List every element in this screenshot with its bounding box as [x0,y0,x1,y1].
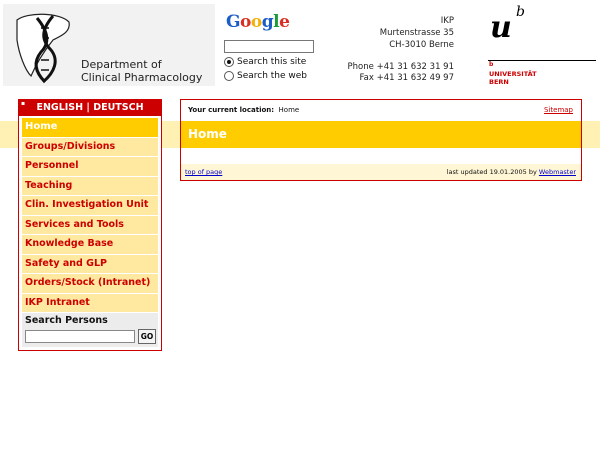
sidebar-item-services-and-tools[interactable]: Services and Tools [22,215,158,234]
department-logo[interactable]: Department of Clinical Pharmacology [3,4,215,86]
sidebar: ▪ ENGLISH | DEUTSCH Home Groups/Division… [18,99,162,351]
lang-english-link[interactable]: ENGLISH [36,102,83,113]
top-of-page-link[interactable]: top of page [185,168,222,176]
contact-numbers: Phone +41 31 632 31 91 Fax +41 31 632 49… [347,62,454,83]
content-footer: top of page last updated 19.01.2005 by W… [181,164,581,180]
radio-checked-icon[interactable] [224,57,234,67]
breadcrumb-current: Home [278,106,300,114]
dna-liver-logo-icon [16,13,70,84]
search-persons-label: Search Persons [25,315,108,326]
webmaster-link[interactable]: Webmaster [539,168,576,176]
lang-deutsch-link[interactable]: DEUTSCH [93,102,143,113]
radio-search-web[interactable]: Search the web [224,71,307,81]
language-bar: ▪ ENGLISH | DEUTSCH [19,100,161,116]
google-logo[interactable]: Google [226,12,290,32]
sidebar-nav: Home Groups/Divisions Personnel Teaching… [22,118,158,313]
sidebar-item-home[interactable]: Home [22,118,158,137]
sidebar-item-clin-investigation-unit[interactable]: Clin. Investigation Unit [22,196,158,215]
address-block: IKP Murtenstrasse 35 CH-3010 Berne [379,16,454,50]
main-content: Your current location: Home Sitemap Home… [180,99,582,181]
page: Department of Clinical Pharmacology Goog… [0,0,600,450]
sidebar-item-ikp-intranet[interactable]: IKP Intranet [22,293,158,312]
go-button[interactable]: GO [138,329,156,344]
department-name: Department of Clinical Pharmacology [81,58,203,84]
last-updated: last updated 19.01.2005 by Webmaster [446,168,576,176]
sidebar-item-teaching[interactable]: Teaching [22,176,158,195]
search-persons-input[interactable] [25,330,135,343]
google-search-input[interactable] [224,40,314,53]
search-persons-panel: Search Persons GO [22,313,158,347]
radio-search-site[interactable]: Search this site [224,57,306,67]
sidebar-item-orders-stock[interactable]: Orders/Stock (Intranet) [22,274,158,293]
corner-dot-icon: ▪ [21,100,26,107]
logo-rule [488,60,596,61]
university-logo[interactable]: u b b UNIVERSITÄT BERN [488,4,596,86]
sidebar-item-knowledge-base[interactable]: Knowledge Base [22,235,158,254]
sidebar-item-groups-divisions[interactable]: Groups/Divisions [22,137,158,156]
breadcrumb: Your current location: Home Sitemap [181,100,581,120]
university-wordmark: UNIVERSITÄT BERN [489,70,537,86]
sidebar-item-safety-and-glp[interactable]: Safety and GLP [22,254,158,273]
page-title: Home [181,121,581,148]
radio-unchecked-icon[interactable] [224,71,234,81]
sitemap-link[interactable]: Sitemap [544,100,573,120]
sidebar-item-personnel[interactable]: Personnel [22,157,158,176]
